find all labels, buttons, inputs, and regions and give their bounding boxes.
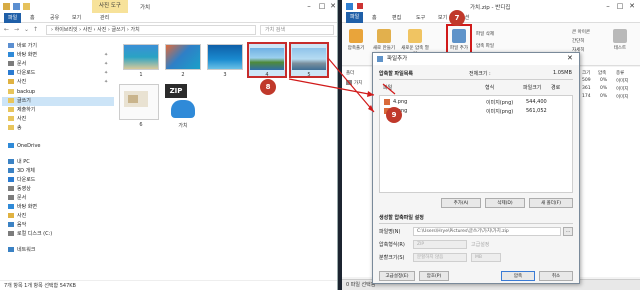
step-badge-8: 8 bbox=[260, 79, 276, 95]
arrow-line bbox=[327, 57, 375, 113]
step-badge-9: 9 bbox=[386, 107, 402, 123]
arrow-line bbox=[288, 78, 375, 96]
step-badge-7: 7 bbox=[449, 10, 465, 26]
annotation-arrows bbox=[288, 57, 396, 113]
arrow-line bbox=[382, 83, 396, 95]
arrowhead bbox=[367, 91, 374, 97]
